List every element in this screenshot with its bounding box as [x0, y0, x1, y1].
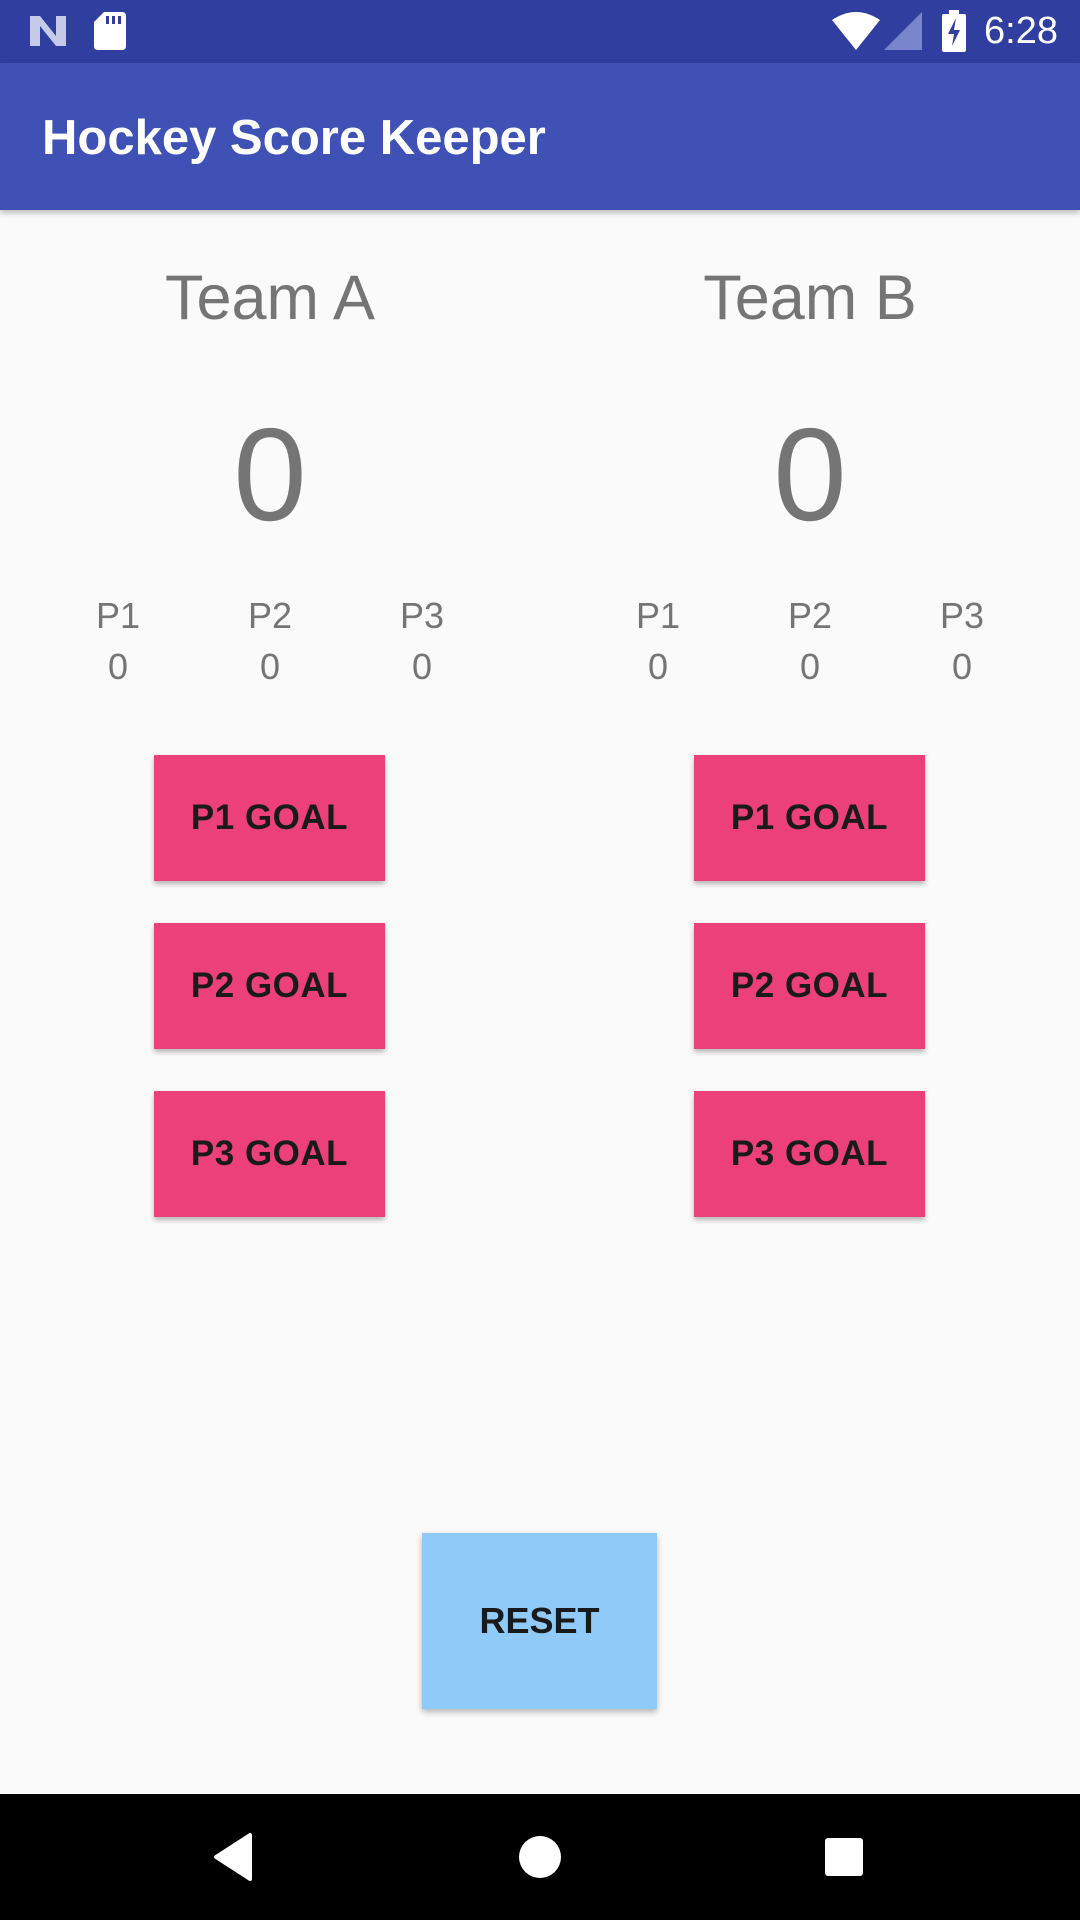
reset-button[interactable]: RESET: [422, 1533, 657, 1709]
sd-card-icon: [94, 12, 126, 55]
app-title: Hockey Score Keeper: [42, 111, 546, 165]
team-a-period-1: P1 0: [42, 590, 194, 692]
period-label: P1: [635, 595, 681, 636]
team-b-p3-goal-button[interactable]: P3 GOAL: [694, 1091, 925, 1217]
period-value: 0: [259, 646, 281, 687]
back-icon[interactable]: [206, 1827, 266, 1887]
team-b-p2-goal-button[interactable]: P2 GOAL: [694, 923, 925, 1049]
team-b-panel: Team B 0 P1 0 P2 0 P3 0 P1 GOAL P2 GOAL …: [540, 210, 1080, 1217]
team-b-period-1: P1 0: [582, 590, 734, 692]
team-a-panel: Team A 0 P1 0 P2 0 P3 0 P1 GOAL P2 GOAL …: [0, 210, 540, 1217]
status-bar: 6:28: [0, 0, 1080, 63]
app-bar: Hockey Score Keeper: [0, 63, 1080, 210]
notification-n-icon: [28, 14, 68, 53]
team-a-p1-goal-button[interactable]: P1 GOAL: [154, 755, 385, 881]
period-label: P3: [939, 595, 985, 636]
team-b-name: Team B: [703, 263, 917, 333]
period-label: P1: [95, 595, 141, 636]
period-value: 0: [951, 646, 973, 687]
team-a-p2-goal-button[interactable]: P2 GOAL: [154, 923, 385, 1049]
cell-signal-icon: [884, 12, 922, 55]
team-b-p1-goal-button[interactable]: P1 GOAL: [694, 755, 925, 881]
status-clock: 6:28: [984, 10, 1058, 52]
period-value: 0: [647, 646, 669, 687]
team-b-period-2: P2 0: [734, 590, 886, 692]
period-label: P2: [787, 595, 833, 636]
wifi-icon: [832, 12, 880, 55]
period-value: 0: [107, 646, 129, 687]
period-label: P3: [399, 595, 445, 636]
navigation-bar: [0, 1794, 1080, 1920]
team-a-score: 0: [233, 401, 307, 548]
period-label: P2: [247, 595, 293, 636]
home-icon[interactable]: [510, 1827, 570, 1887]
team-a-p3-goal-button[interactable]: P3 GOAL: [154, 1091, 385, 1217]
period-value: 0: [411, 646, 433, 687]
recents-icon[interactable]: [814, 1827, 874, 1887]
team-b-period-3: P3 0: [886, 590, 1038, 692]
battery-charging-icon: [942, 10, 966, 57]
team-b-score: 0: [773, 401, 847, 548]
period-value: 0: [799, 646, 821, 687]
team-a-name: Team A: [164, 263, 376, 333]
team-a-period-3: P3 0: [346, 590, 498, 692]
team-a-period-2: P2 0: [194, 590, 346, 692]
